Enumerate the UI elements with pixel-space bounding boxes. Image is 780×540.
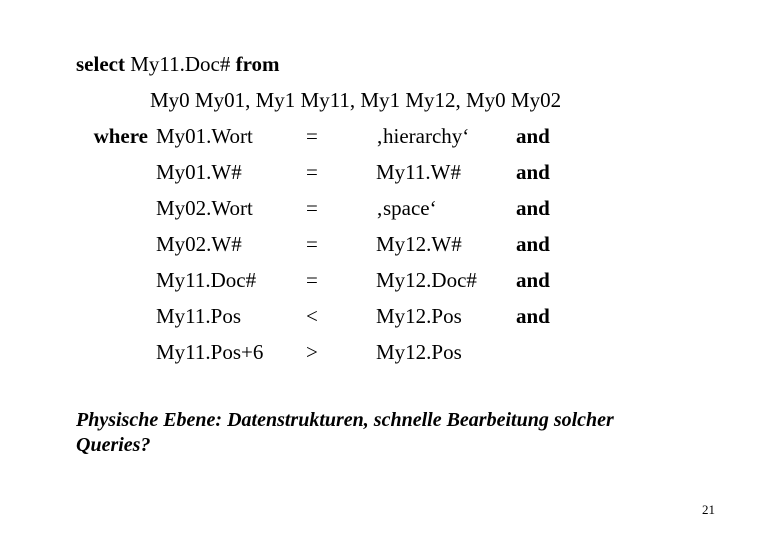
condition-right-operand: My11.W# bbox=[376, 160, 461, 184]
condition-connector: and bbox=[516, 232, 550, 256]
where-spacer bbox=[70, 262, 156, 298]
query-select-line: select My11.Doc# from bbox=[0, 46, 780, 82]
condition-connector: and bbox=[516, 304, 550, 328]
condition-left-operand: My02.Wort bbox=[156, 196, 253, 220]
query-from-line: My0 My01, My1 My11, My1 My12, My0 My02 bbox=[150, 88, 562, 112]
condition-connector: and bbox=[516, 124, 550, 148]
select-expression: My11.Doc# bbox=[130, 52, 231, 76]
condition-right-operand: My12.Doc# bbox=[376, 268, 477, 292]
where-clause-block: where My01.Wort = ‚hierarchy‘ and My01.W… bbox=[70, 118, 550, 370]
sql-query-block: select My11.Doc# from My0 My01, My1 My11… bbox=[0, 46, 780, 118]
condition-left-operand: My11.Pos bbox=[156, 304, 241, 328]
condition-connector: and bbox=[516, 268, 550, 292]
condition-operator: = bbox=[306, 160, 318, 184]
condition-operator: = bbox=[306, 124, 318, 148]
table-row: where My01.Wort = ‚hierarchy‘ and bbox=[70, 118, 550, 154]
where-spacer bbox=[70, 226, 156, 262]
table-row: My11.Pos < My12.Pos and bbox=[70, 298, 550, 334]
condition-connector bbox=[516, 334, 550, 370]
table-row: My11.Doc# = My12.Doc# and bbox=[70, 262, 550, 298]
condition-left-operand: My11.Pos+6 bbox=[156, 340, 264, 364]
condition-operator: = bbox=[306, 232, 318, 256]
page-number: 21 bbox=[702, 502, 715, 517]
table-row: My02.W# = My12.W# and bbox=[70, 226, 550, 262]
slide-caption: Physische Ebene: Datenstrukturen, schnel… bbox=[76, 409, 614, 456]
condition-right-operand: ‚space‘ bbox=[376, 196, 437, 220]
where-spacer bbox=[70, 334, 156, 370]
condition-left-operand: My11.Doc# bbox=[156, 268, 257, 292]
where-conditions-body: where My01.Wort = ‚hierarchy‘ and My01.W… bbox=[70, 118, 550, 370]
condition-operator: = bbox=[306, 196, 318, 220]
from-keyword: from bbox=[235, 52, 280, 76]
table-row: My02.Wort = ‚space‘ and bbox=[70, 190, 550, 226]
condition-right-operand: My12.W# bbox=[376, 232, 462, 256]
where-conditions-table: where My01.Wort = ‚hierarchy‘ and My01.W… bbox=[70, 118, 550, 370]
where-spacer bbox=[70, 190, 156, 226]
condition-right-operand: ‚hierarchy‘ bbox=[376, 124, 470, 148]
condition-operator: < bbox=[306, 304, 318, 328]
condition-connector: and bbox=[516, 196, 550, 220]
slide: select My11.Doc# from My0 My01, My1 My11… bbox=[0, 0, 780, 540]
condition-right-operand: My12.Pos bbox=[376, 340, 462, 364]
where-spacer bbox=[70, 298, 156, 334]
condition-left-operand: My02.W# bbox=[156, 232, 242, 256]
condition-left-operand: My01.W# bbox=[156, 160, 242, 184]
condition-right-operand: My12.Pos bbox=[376, 304, 462, 328]
where-keyword: where bbox=[93, 124, 148, 148]
table-row: My11.Pos+6 > My12.Pos bbox=[70, 334, 550, 370]
select-keyword: select bbox=[76, 52, 125, 76]
condition-connector: and bbox=[516, 160, 550, 184]
condition-operator: = bbox=[306, 268, 318, 292]
condition-left-operand: My01.Wort bbox=[156, 124, 253, 148]
table-row: My01.W# = My11.W# and bbox=[70, 154, 550, 190]
condition-operator: > bbox=[306, 340, 318, 364]
where-spacer bbox=[70, 154, 156, 190]
